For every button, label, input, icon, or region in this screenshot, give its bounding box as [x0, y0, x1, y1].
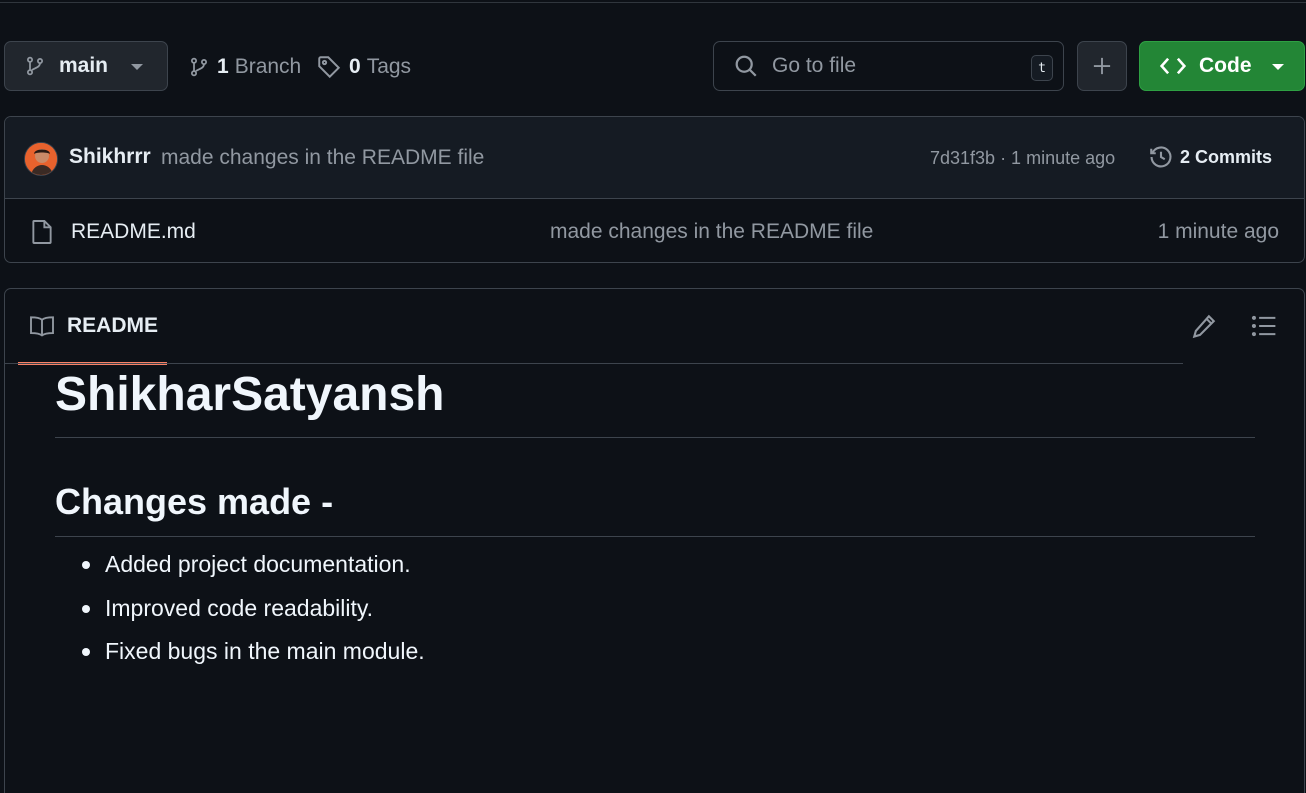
readme-panel: README ShikharSatyansh Changes made - Ad… [4, 288, 1305, 793]
tags-count: 0 [349, 55, 361, 78]
go-to-file-input[interactable]: Go to file t [713, 41, 1064, 91]
file-commit-message[interactable]: made changes in the README file [550, 220, 873, 244]
add-file-button[interactable] [1077, 41, 1127, 91]
code-button-label: Code [1199, 54, 1252, 77]
commits-count-label: 2 Commits [1180, 146, 1273, 167]
file-commit-time: 1 minute ago [1157, 220, 1279, 243]
commit-message[interactable]: made changes in the README file [161, 146, 484, 170]
latest-commit-row: Shikhrrr made changes in the README file… [5, 117, 1304, 199]
tab-divider [5, 363, 1183, 364]
branches-label: Branch [234, 55, 302, 78]
code-icon [1160, 56, 1186, 76]
readme-heading-1: ShikharSatyansh [55, 367, 1255, 438]
outline-list-icon[interactable] [1251, 314, 1277, 338]
list-item-text: Improved code readability. [105, 594, 374, 621]
avatar[interactable] [24, 142, 58, 176]
edit-pencil-icon[interactable] [1191, 313, 1217, 339]
keyboard-shortcut-hint: t [1031, 55, 1053, 81]
file-browser: Shikhrrr made changes in the README file… [4, 116, 1305, 263]
plus-icon [1092, 56, 1112, 76]
search-placeholder: Go to file [772, 54, 857, 77]
readme-header: README [5, 289, 1304, 365]
search-icon [734, 54, 758, 78]
book-icon [29, 315, 55, 337]
bullet-icon [82, 648, 90, 656]
file-icon [31, 219, 53, 245]
branches-link[interactable]: 1 Branch [189, 52, 301, 82]
file-row[interactable]: README.md made changes in the README fil… [5, 199, 1304, 262]
git-branch-icon [189, 55, 209, 79]
bullet-icon [82, 561, 90, 569]
branches-count: 1 [217, 55, 229, 78]
commit-author[interactable]: Shikhrrr [69, 145, 151, 169]
list-item: Added project documentation. [55, 548, 1255, 592]
commits-history-link[interactable]: 2 Commits [1149, 145, 1272, 169]
history-icon [1149, 145, 1173, 169]
tags-link[interactable]: 0 Tags [317, 52, 411, 82]
git-branch-icon [25, 55, 45, 77]
file-name[interactable]: README.md [71, 220, 196, 244]
commit-hash-time[interactable]: 7d31f3b · 1 minute ago [930, 148, 1115, 169]
readme-content: ShikharSatyansh Changes made - Added pro… [55, 365, 1255, 680]
readme-tab-label: README [67, 313, 159, 337]
chevron-down-icon [131, 64, 143, 70]
top-border [0, 0, 1306, 3]
tag-icon [317, 55, 341, 79]
readme-heading-2: Changes made - [55, 480, 1255, 537]
chevron-down-icon [1272, 64, 1284, 70]
list-item-text: Fixed bugs in the main module. [105, 638, 425, 664]
list-item: Improved code readability. [55, 592, 1255, 636]
readme-bullet-list: Added project documentation. Improved co… [55, 548, 1255, 679]
bullet-icon [82, 604, 90, 613]
branch-selector-button[interactable]: main [4, 41, 168, 91]
branch-name: main [59, 54, 109, 77]
code-button[interactable]: Code [1139, 41, 1305, 91]
list-item-text: Added project documentation. [105, 551, 411, 577]
list-item: Fixed bugs in the main module. [55, 635, 1255, 679]
tab-readme[interactable]: README [18, 289, 167, 365]
tags-label: Tags [366, 55, 412, 78]
